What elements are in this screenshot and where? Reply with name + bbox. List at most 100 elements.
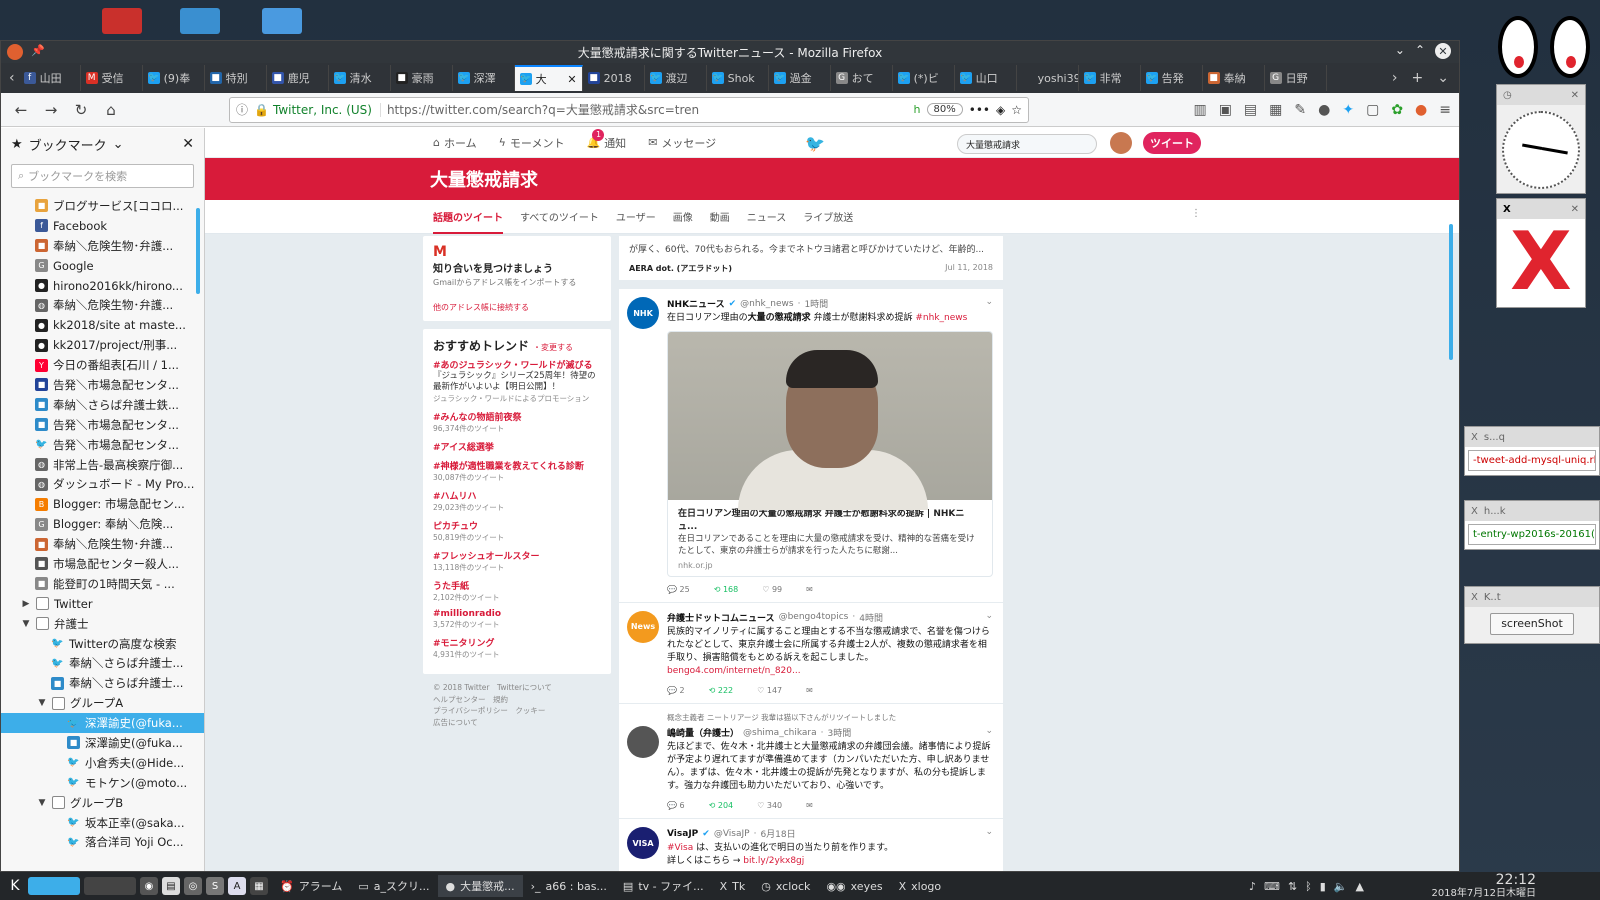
tab-12[interactable]: 🐦 過金 [769, 65, 831, 91]
bookmark-item[interactable]: ▼ グループA [1, 693, 204, 713]
trend-item[interactable]: #millionradio 3,572件のツイート [433, 609, 601, 630]
tab-3[interactable]: ■ 特別 [205, 65, 267, 91]
reply-button[interactable]: 💬 25 [667, 585, 690, 594]
xeyes-window[interactable] [1496, 10, 1596, 82]
bookmark-item[interactable]: 🐦 告発＼市場急配センタ... [1, 435, 204, 455]
apps-icon[interactable]: ▦ [1269, 102, 1282, 118]
tab-20[interactable]: G 日野 [1265, 65, 1327, 91]
tweet-time[interactable]: 6月18日 [760, 827, 795, 840]
twitter-search-input[interactable]: 大量懲戒請求 [957, 134, 1097, 154]
screenshot-button[interactable]: screenShot [1490, 613, 1574, 635]
task-button[interactable]: ⏰ アラーム [272, 875, 350, 897]
partial-tweet-source[interactable]: AERA dot. (アエラドット) [629, 263, 732, 274]
task-button[interactable]: ›_ a66 : bas... [523, 875, 615, 897]
nav-messages[interactable]: ✉ メッセージ [648, 135, 716, 151]
launcher-icon-3[interactable]: ◎ [184, 877, 202, 895]
minimize-icon[interactable]: ⌄ [1395, 43, 1405, 59]
tweet-menu-icon[interactable]: ⌄ [985, 827, 993, 837]
search-tab-1[interactable]: すべてのツイート [520, 209, 599, 224]
tweet[interactable]: VISA VisaJP ✔ @VisaJP · 6月18日 ⌄ #Visa は、支払いの… [619, 819, 1003, 871]
tray-battery-icon[interactable]: ▮ [1320, 880, 1326, 893]
footer-line[interactable]: プライバシーポリシー クッキー [433, 705, 601, 717]
tab-8[interactable]: 🐦 大 ✕ [514, 65, 583, 91]
tweet-menu-icon[interactable]: ⌄ [985, 297, 993, 307]
kde-menu-icon[interactable]: K [6, 877, 24, 895]
tk-titlebar[interactable]: Xh...k [1465, 501, 1599, 521]
tk-window-1[interactable]: Xs...q -tweet-add-mysql-uniq.rl [1464, 426, 1600, 476]
like-button[interactable]: ♡ 147 [757, 686, 782, 695]
bookmark-item[interactable]: ■ 告発＼市場急配センタ... [1, 375, 204, 395]
tweet[interactable]: News 弁護士ドットコムニュース @bengo4topics · 4時間 ⌄ 民族的… [619, 602, 1003, 705]
tab-scroll-right-icon[interactable]: › [1392, 70, 1398, 86]
trends-change-link[interactable]: ・変更する [533, 342, 573, 353]
expanded-arrow-icon[interactable]: ▼ [37, 698, 47, 708]
back-icon[interactable]: ← [9, 98, 33, 122]
tab-1[interactable]: M 受信 [81, 65, 143, 91]
footer-line[interactable]: ヘルプセンター 規約 [433, 694, 601, 706]
task-button[interactable]: ● 大量懲戒... [437, 875, 523, 897]
desktop-icon-3[interactable] [262, 8, 302, 34]
page-scrollbar[interactable] [1449, 224, 1453, 360]
tweet-link[interactable]: bit.ly/2ykx8gj [743, 856, 804, 866]
close-icon[interactable]: ✕ [1571, 90, 1579, 101]
tab-15[interactable]: 🐦 山口 [955, 65, 1017, 91]
bookmark-item[interactable]: 🐦 小倉秀夫(@Hide... [1, 753, 204, 773]
other-address-link[interactable]: 他のアドレス帳に接続する [433, 302, 601, 313]
zoom-level[interactable]: 80% [926, 103, 963, 116]
retweet-button[interactable]: ⟲ 222 [709, 686, 734, 695]
extension-icon[interactable]: h [914, 103, 921, 116]
tweet-menu-icon[interactable]: ⌄ [985, 611, 993, 621]
bookmark-search-input[interactable]: ⌕ ブックマークを検索 [11, 164, 194, 188]
retweet-note[interactable]: 概念主義者 ニートリアージ 我輩は猫以下さんがリツイートしました [667, 712, 993, 723]
task-button[interactable]: Xxlogo [891, 875, 950, 897]
reply-button[interactable]: 💬 6 [667, 801, 685, 810]
reader-icon[interactable]: ▤ [1244, 102, 1257, 118]
hashtag-link[interactable]: #nhk_news [915, 313, 967, 323]
url-bar[interactable]: ⓘ 🔒 Twitter, Inc. (US) https://twitter.co… [229, 96, 1029, 123]
tweet-avatar[interactable]: VISA [627, 827, 659, 860]
tray-volume-icon[interactable]: 🔈 [1334, 880, 1348, 893]
reply-button[interactable]: 💬 2 [667, 686, 685, 695]
bookmark-item[interactable]: ◍ 非常上告-最高検察庁御... [1, 455, 204, 475]
nav-moments[interactable]: ϟ モーメント [499, 135, 565, 151]
tab-17[interactable]: 🐦 非常 [1079, 65, 1141, 91]
tab-6[interactable]: ■ 豪雨 [391, 65, 453, 91]
like-button[interactable]: ♡ 99 [762, 585, 782, 594]
hashtag-link[interactable]: #Visa [667, 843, 693, 853]
tweet-avatar[interactable]: News [627, 610, 659, 643]
pen-icon[interactable]: ✎ [1294, 102, 1306, 118]
launcher-icon-1[interactable]: ◉ [140, 877, 158, 895]
task-button[interactable]: X Tk [712, 875, 754, 897]
library-icon[interactable]: ▥ [1193, 102, 1206, 118]
bookmark-item[interactable]: ■ 奉納＼危険生物･弁護... [1, 236, 204, 256]
bookmark-item[interactable]: ▶ Twitter [1, 594, 204, 614]
tweet-handle[interactable]: @VisaJP [714, 829, 750, 839]
bookmark-item[interactable]: 🐦 モトケン(@moto... [1, 773, 204, 793]
search-tab-3[interactable]: 画像 [673, 209, 693, 224]
tab-7[interactable]: 🐦 深澤 [453, 65, 515, 91]
reload-icon[interactable]: ↻ [69, 98, 93, 122]
site-identity[interactable]: 🔒 Twitter, Inc. (US) [254, 102, 381, 117]
tab-18[interactable]: 🐦 告発 [1141, 65, 1203, 91]
bookmark-item[interactable]: ■ ブログサービス[ココロ... [1, 196, 204, 216]
bookmark-item[interactable]: G Google [1, 256, 204, 276]
bookmark-item[interactable]: ■ 告発＼市場急配センタ... [1, 415, 204, 435]
sidebar-scrollbar[interactable] [196, 208, 200, 294]
tray-expand-icon[interactable]: ▲ [1356, 880, 1364, 893]
menu-icon[interactable]: ≡ [1439, 102, 1451, 118]
tray-network-icon[interactable]: ⇅ [1288, 880, 1297, 893]
tweet[interactable]: 概念主義者 ニートリアージ 我輩は猫以下さんがリツイートしました 嶋崎量（弁護士… [619, 704, 1003, 820]
pocket-icon[interactable]: ◈ [996, 103, 1005, 117]
trend-item[interactable]: #みんなの物語前夜祭 96,374件のツイート [433, 410, 601, 434]
collapsed-arrow-icon[interactable]: ▶ [21, 599, 31, 609]
forward-icon[interactable]: → [39, 98, 63, 122]
link-card[interactable]: 在日コリアン理由の大量の懲戒請求 弁護士が慰謝料求め提訴 | NHKニュ... … [667, 331, 993, 577]
bookmark-item[interactable]: 🐦 奉納＼さらば弁護士... [1, 653, 204, 673]
url-text[interactable]: https://twitter.com/search?q=大量懲戒請求&src=… [387, 101, 908, 118]
search-tab-4[interactable]: 動画 [710, 209, 730, 224]
nav-home[interactable]: ⌂ ホーム [433, 135, 477, 151]
bookmark-item[interactable]: G Blogger: 奉納＼危険... [1, 514, 204, 534]
bookmark-item[interactable]: ■ 奉納＼さらば弁護士鉄... [1, 395, 204, 415]
search-tab-5[interactable]: ニュース [747, 209, 787, 224]
launcher-icon-2[interactable]: ▤ [162, 877, 180, 895]
